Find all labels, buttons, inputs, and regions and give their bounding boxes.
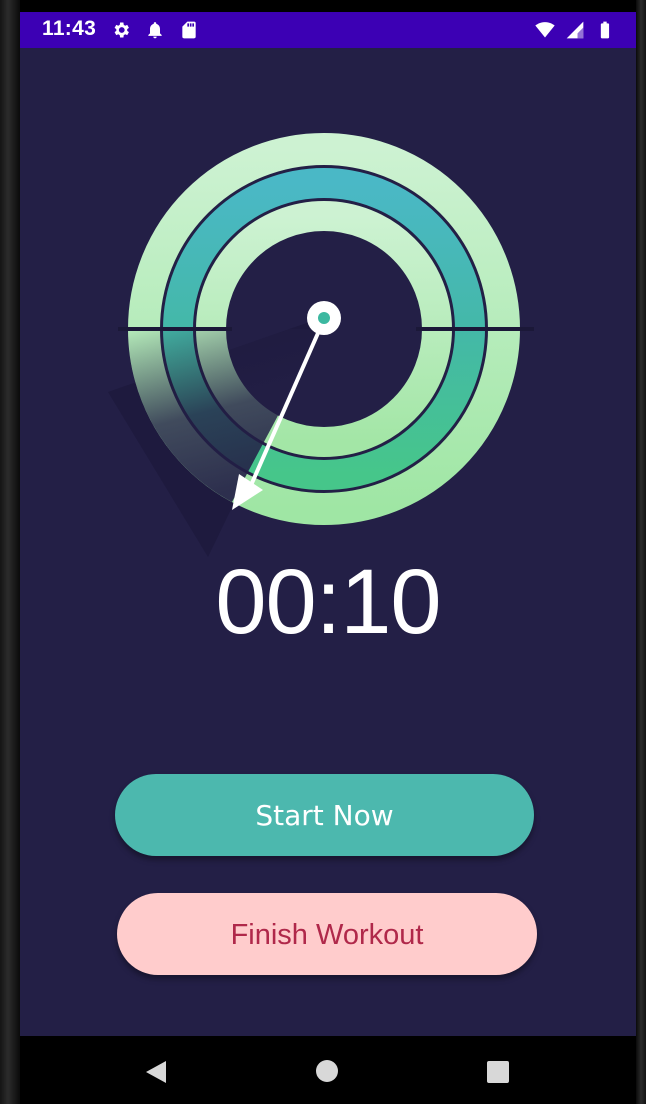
finish-workout-button[interactable]: Finish Workout [117, 893, 537, 975]
start-now-button[interactable]: Start Now [115, 774, 534, 856]
recents-icon [487, 1061, 509, 1083]
device-frame-right [636, 0, 646, 1104]
home-icon [316, 1060, 338, 1082]
back-icon [146, 1061, 166, 1083]
timer-display: 00:10 [215, 551, 441, 653]
nav-recents-button[interactable] [457, 1036, 537, 1104]
nav-back-button[interactable] [115, 1036, 195, 1104]
app-screen: 11:43 00:10 Start Now Finish Workout [20, 12, 636, 1036]
hand-hub-center [318, 312, 330, 324]
timer-dial [108, 133, 534, 557]
nav-home-button[interactable] [287, 1036, 367, 1104]
device-frame-left [0, 0, 20, 1104]
navigation-bar [20, 1036, 636, 1104]
